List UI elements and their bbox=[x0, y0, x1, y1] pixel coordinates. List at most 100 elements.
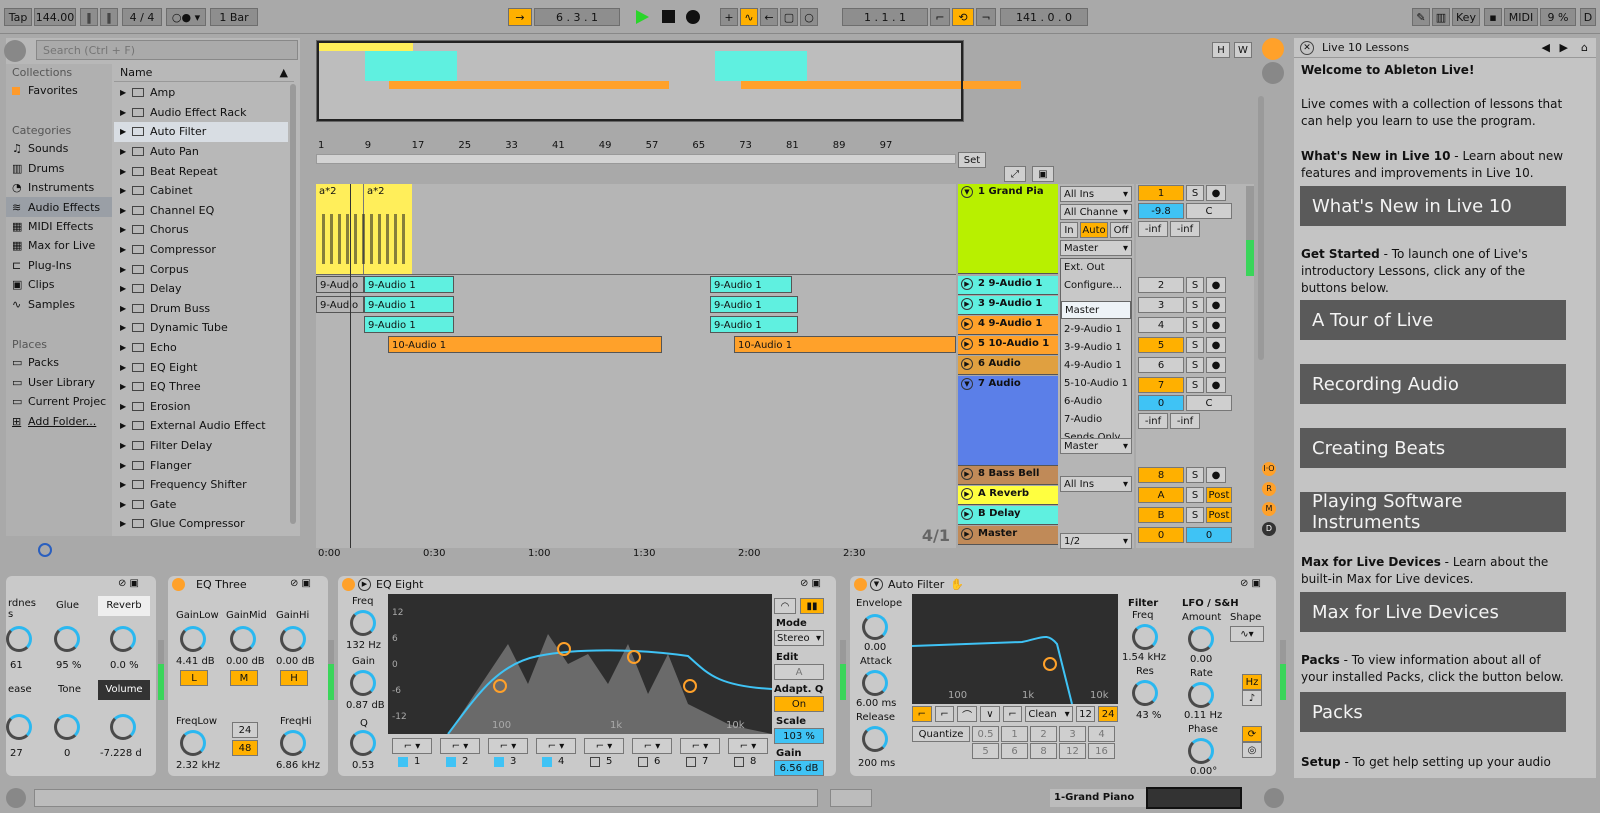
solo-button[interactable]: S bbox=[1186, 467, 1204, 483]
browser-item[interactable]: ▶ EQ Eight bbox=[114, 357, 288, 377]
band-checkbox[interactable] bbox=[542, 756, 552, 767]
status-toggle-icon[interactable] bbox=[6, 788, 26, 808]
band-toggle[interactable]: 5 bbox=[590, 756, 612, 767]
reverb-knob[interactable] bbox=[110, 626, 136, 652]
track-header[interactable]: ▶ 4 9-Audio 1 bbox=[958, 316, 1058, 335]
volume-knob[interactable] bbox=[110, 714, 136, 740]
quantize-button[interactable]: Quantize bbox=[912, 726, 970, 742]
arrangement-scrollbar[interactable] bbox=[1258, 96, 1264, 360]
audio-clip-4b[interactable]: 9-Audio 1 bbox=[710, 316, 798, 333]
lock-icon[interactable]: ▣ bbox=[1032, 166, 1054, 182]
quantization-select[interactable]: 1 Bar bbox=[210, 8, 258, 26]
track-header[interactable]: ▶ 5 10-Audio 1 bbox=[958, 336, 1058, 355]
device-options-icon[interactable]: ⊘ ▣ bbox=[290, 578, 311, 589]
table-of-contents-icon[interactable]: ⌂ bbox=[1581, 41, 1588, 54]
band-toggle[interactable]: 7 bbox=[686, 756, 708, 767]
expand-icon[interactable]: ▶ bbox=[120, 245, 132, 254]
freq-low-knob[interactable] bbox=[180, 730, 206, 756]
band-checkbox[interactable] bbox=[734, 756, 744, 767]
quantize-step-button[interactable]: 12 bbox=[1059, 743, 1086, 759]
volume-field[interactable]: -9.8 bbox=[1138, 203, 1184, 219]
slope-24-button-af[interactable]: 24 bbox=[1098, 706, 1118, 722]
expand-icon[interactable]: ▶ bbox=[120, 206, 132, 215]
browser-item[interactable]: ▶ Frequency Shifter bbox=[114, 475, 288, 495]
track-fold-icon[interactable]: ▶ bbox=[961, 278, 973, 290]
expand-icon[interactable]: ▶ bbox=[120, 284, 132, 293]
pan-field[interactable]: C bbox=[1186, 395, 1232, 411]
band-filter-type-select[interactable]: ⌐ ▾ bbox=[584, 738, 624, 754]
sidebar-item-instruments[interactable]: ◔ Instruments bbox=[12, 181, 94, 194]
nudge-icon[interactable]: ‖ bbox=[80, 8, 98, 26]
overdub-icon[interactable]: + bbox=[720, 8, 738, 26]
track-header[interactable]: ▶ B Delay bbox=[958, 506, 1058, 525]
eq8-gain-knob[interactable] bbox=[350, 670, 376, 696]
track-fold-icon[interactable]: ▶ bbox=[961, 468, 973, 480]
nudge-up-icon[interactable]: ‖ bbox=[100, 8, 118, 26]
expand-icon[interactable]: ▶ bbox=[120, 421, 132, 430]
solo-button[interactable]: S bbox=[1186, 357, 1204, 373]
audio-clip-short-1[interactable]: 9-Audio bbox=[316, 276, 364, 293]
tone-knob[interactable] bbox=[54, 714, 80, 740]
shape-select[interactable]: ∿▾ bbox=[1230, 626, 1264, 642]
mid-on-button[interactable]: M bbox=[230, 670, 258, 686]
expand-icon[interactable]: ▶ bbox=[120, 363, 132, 372]
browser-item[interactable]: ▶ Filter Delay bbox=[114, 436, 288, 456]
hi-on-button[interactable]: H bbox=[280, 670, 308, 686]
rate-knob[interactable] bbox=[1188, 682, 1214, 708]
meter-field[interactable]: 4 / 4 bbox=[122, 8, 162, 26]
send-b-field[interactable]: -inf bbox=[1170, 221, 1200, 237]
track-activator[interactable]: B bbox=[1138, 507, 1184, 523]
track-fold-icon[interactable]: ▶ bbox=[961, 508, 973, 520]
solo-button[interactable]: S bbox=[1186, 507, 1204, 523]
tour-of-live-button[interactable]: A Tour of Live bbox=[1300, 300, 1566, 340]
browser-item[interactable]: ▶ Amp bbox=[114, 83, 288, 103]
set-button[interactable]: Set bbox=[958, 152, 986, 168]
rate-hz-button[interactable]: Hz bbox=[1242, 674, 1262, 690]
band-filter-type-select[interactable]: ⌐ ▾ bbox=[536, 738, 576, 754]
solo-button[interactable]: S bbox=[1186, 185, 1204, 201]
expand-icon[interactable]: ▶ bbox=[120, 402, 132, 411]
track-fold-icon[interactable]: ▼ bbox=[961, 186, 973, 198]
browser-item[interactable]: ▶ Corpus bbox=[114, 259, 288, 279]
track-activator[interactable]: 6 bbox=[1138, 357, 1184, 373]
output-option[interactable]: 2-9-Audio 1 bbox=[1061, 321, 1131, 339]
mode-select[interactable]: Stereo ▾ bbox=[774, 630, 824, 646]
band-filter-type-select[interactable]: ⌐ ▾ bbox=[680, 738, 720, 754]
audio-clip-short-2[interactable]: 9-Audio bbox=[316, 296, 364, 313]
status-mini-icon[interactable] bbox=[830, 789, 872, 807]
sidebar-item-sounds[interactable]: ♫ Sounds bbox=[12, 142, 68, 155]
browser-item[interactable]: ▶ Auto Filter bbox=[114, 122, 288, 142]
quantize-step-button[interactable]: 8 bbox=[1030, 743, 1057, 759]
punch-in-icon[interactable]: ⌐ bbox=[930, 8, 950, 26]
whats-new-button[interactable]: What's New in Live 10 bbox=[1300, 186, 1566, 226]
expand-icon[interactable]: ▶ bbox=[120, 108, 132, 117]
expand-icon[interactable]: ▶ bbox=[120, 186, 132, 195]
arm-icon[interactable]: ● bbox=[1206, 297, 1226, 313]
expand-icon[interactable]: ▶ bbox=[120, 519, 132, 528]
delay-toggle-icon[interactable]: D bbox=[1262, 522, 1276, 536]
track-header[interactable]: ▶ 3 9-Audio 1 bbox=[958, 296, 1058, 315]
expand-icon[interactable]: ▶ bbox=[120, 461, 132, 470]
sidebar-item-audio-effects[interactable]: ≋ Audio Effects bbox=[6, 197, 112, 217]
browser-item[interactable]: ▶ Compressor bbox=[114, 240, 288, 260]
envelope-knob[interactable] bbox=[862, 614, 888, 640]
track-lanes[interactable]: a*2 a*2 9-Audio 9-Audio 1 9-Audio 1 9-Au… bbox=[316, 184, 956, 548]
freq-hi-knob[interactable] bbox=[280, 730, 306, 756]
track-activator[interactable]: 2 bbox=[1138, 277, 1184, 293]
band-filter-type-select[interactable]: ⌐ ▾ bbox=[440, 738, 480, 754]
browser-item[interactable]: ▶ Dynamic Tube bbox=[114, 318, 288, 338]
amount-knob[interactable] bbox=[1188, 626, 1214, 652]
close-icon[interactable]: ✕ bbox=[1300, 40, 1314, 55]
output-option[interactable]: 5-10-Audio 1 bbox=[1061, 375, 1131, 393]
loop-switch-icon[interactable]: ⟲ bbox=[952, 8, 974, 26]
arm-icon[interactable]: ● bbox=[1206, 357, 1226, 373]
circuit-select[interactable]: Clean ▾ bbox=[1025, 706, 1073, 722]
quantize-step-button[interactable]: 4 bbox=[1088, 726, 1115, 742]
sidebar-item-favorites[interactable]: Favorites bbox=[12, 84, 78, 97]
monitor-auto-button[interactable]: Auto bbox=[1080, 222, 1108, 238]
sidebar-item-plug-ins[interactable]: ⊏ Plug-Ins bbox=[12, 259, 72, 272]
release-knob-af[interactable] bbox=[862, 726, 888, 752]
tempo-field[interactable]: 144.00 bbox=[34, 8, 76, 26]
expand-icon[interactable]: ▶ bbox=[120, 265, 132, 274]
draw-mode-icon[interactable]: ✎ bbox=[1412, 8, 1430, 26]
